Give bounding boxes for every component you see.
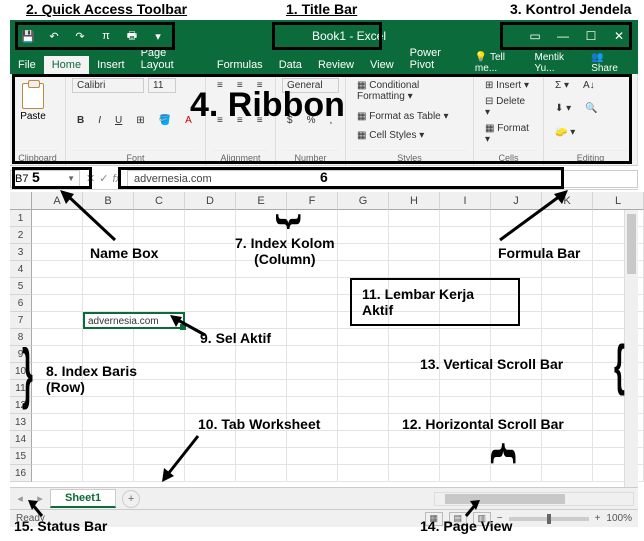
brace-columns: } [275,213,306,229]
zoom-slider[interactable] [509,517,589,521]
row-14[interactable]: 14 [10,431,32,448]
user-name[interactable]: Mentik Yu... [535,52,586,74]
zoom-thumb[interactable] [547,514,551,524]
arrow-pageview [462,500,480,518]
callout-titlebar [272,22,382,50]
new-sheet-button[interactable]: + [122,490,140,508]
row-7[interactable]: 7 [10,312,32,329]
row-4[interactable]: 4 [10,261,32,278]
row-5[interactable]: 5 [10,278,32,295]
brace-rows: } [22,336,33,413]
share-button[interactable]: 👥 Share [591,52,632,74]
col-C[interactable]: C [134,192,185,210]
annotation-title-bar: 1. Title Bar [286,1,357,17]
annotation-vscroll: 13. Vertical Scroll Bar [420,356,563,372]
row-13[interactable]: 13 [10,414,32,431]
annotation-status-bar: 15. Status Bar [14,518,107,534]
select-all-corner[interactable] [10,192,32,210]
row-3[interactable]: 3 [10,244,32,261]
annotation-name-box: Name Box [90,245,158,261]
arrow-status [28,500,46,518]
sheet-tab-bar: ◂ ▸ Sheet1 + [10,487,638,509]
col-F[interactable]: F [287,192,338,210]
annotation-sel-aktif: 9. Sel Aktif [200,330,271,346]
tab-formulas[interactable]: Formulas [209,56,271,74]
annotation-index-kolom: 7. Index Kolom (Column) [235,235,335,267]
callout-ribbon [12,74,632,164]
enter-formula-icon[interactable]: ✓ [99,172,108,185]
sheet-tab[interactable]: Sheet1 [50,489,116,508]
arrow-tabworksheet [160,432,202,482]
ribbon-tabs: File Home Insert Page Layout Formulas Da… [10,52,638,74]
tab-home[interactable]: Home [44,56,89,74]
callout-namebox [12,167,92,189]
annotation-tab-worksheet: 10. Tab Worksheet [198,416,320,432]
row-2[interactable]: 2 [10,227,32,244]
annotation-window-controls: 3. Kontrol Jendela [510,1,631,17]
annotation-formula-bar: Formula Bar [498,245,580,261]
callout-winctrl [500,22,632,50]
col-L[interactable]: L [593,192,644,210]
callout-formulabar [118,167,564,189]
tab-file[interactable]: File [10,56,44,74]
row-1[interactable]: 1 [10,210,32,227]
zoom-level[interactable]: 100% [606,513,632,524]
annotation-index-baris: 8. Index Baris (Row) [46,363,137,395]
annotation-qat: 2. Quick Access Toolbar [26,1,187,17]
vertical-scrollbar[interactable] [624,210,638,491]
col-I[interactable]: I [440,192,491,210]
tell-me[interactable]: 💡 Tell me... [475,52,529,74]
brace-vscroll: { [614,334,625,398]
tab-power-pivot[interactable]: Power Pivot [402,44,475,74]
tab-insert[interactable]: Insert [89,56,133,74]
arrow-formula [490,190,570,245]
tab-nav-prev[interactable]: ◂ [10,492,30,505]
tab-review[interactable]: Review [310,56,362,74]
callout-qat [15,22,175,50]
col-D[interactable]: D [185,192,236,210]
vscroll-thumb[interactable] [627,214,636,274]
col-H[interactable]: H [389,192,440,210]
annotation-page-view: 14. Page View [420,518,512,534]
row-15[interactable]: 15 [10,448,32,465]
annotation-hscroll: 12. Horizontal Scroll Bar [402,416,564,432]
zoom-in[interactable]: + [595,513,601,524]
row-16[interactable]: 16 [10,465,32,482]
tab-data[interactable]: Data [271,56,310,74]
annotation-6: 6 [320,169,328,185]
col-G[interactable]: G [338,192,389,210]
col-E[interactable]: E [236,192,287,210]
annotation-5: 5 [32,169,40,185]
arrow-namebox [60,190,120,245]
row-6[interactable]: 6 [10,295,32,312]
brace-hscroll: { [490,442,521,464]
annotation-lembar-kerja: 11. Lembar Kerja Aktif [350,278,520,326]
tab-view[interactable]: View [362,56,402,74]
